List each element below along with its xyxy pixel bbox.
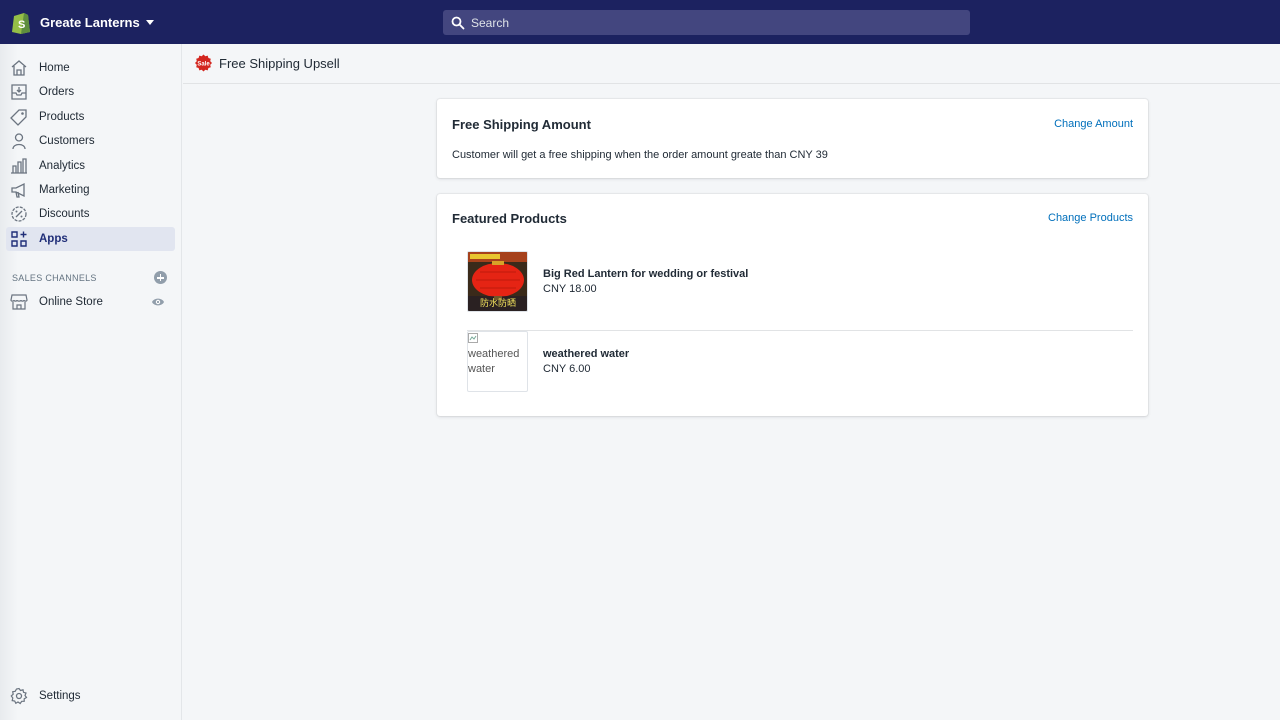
store-switcher[interactable]: S Greate Lanterns [0,0,154,44]
sidebar-item-customers[interactable]: Customers [6,129,175,153]
shopify-logo-icon: S [12,12,30,34]
product-image-caption: 防水防晒 [480,297,516,309]
sidebar-item-label: Customers [39,135,95,148]
svg-text:S: S [18,19,25,31]
sales-channels-heading: SALES CHANNELS [12,271,167,284]
gear-icon [10,687,28,705]
sidebar-item-label: Marketing [39,183,90,196]
featured-products-card: Featured Products Change Products 防水防晒 B… [437,194,1148,416]
bar-chart-icon [11,157,27,174]
sidebar-item-label: Analytics [39,159,86,172]
sidebar-item-label: Orders [39,86,75,99]
sidebar-item-settings[interactable]: Settings [6,684,175,708]
sidebar-item-discounts[interactable]: Discounts [6,202,175,226]
product-price: CNY 18.00 [543,283,597,295]
page-title: Free Shipping Upsell [219,56,340,71]
broken-image-icon [468,333,478,343]
section-heading-text: SALES CHANNELS [12,272,97,283]
person-icon [12,133,26,150]
store-name: Greate Lanterns [40,14,140,30]
apps-icon [11,231,27,247]
sidebar-item-label: Products [39,110,85,123]
sidebar-item-label: Apps [39,232,68,245]
product-name: Big Red Lantern for wedding or festival [543,268,749,280]
product-thumbnail: weathered water [467,331,528,392]
sidebar-item-marketing[interactable]: Marketing [6,178,175,202]
broken-image-alt: weathered water [468,332,527,377]
card-title: Featured Products [452,211,567,226]
sidebar: Home Orders Products Customers Analytics… [0,44,182,720]
change-amount-link[interactable]: Change Amount [1054,118,1133,130]
card-title: Free Shipping Amount [452,117,591,132]
search-input[interactable] [471,15,951,30]
megaphone-icon [11,182,25,198]
sidebar-item-label: Online Store [39,296,103,308]
sidebar-item-products[interactable]: Products [6,105,175,129]
free-shipping-amount-card: Free Shipping Amount Change Amount Custo… [437,99,1148,178]
discount-icon [11,206,27,222]
sidebar-item-analytics[interactable]: Analytics [6,154,175,178]
product-thumbnail: 防水防晒 [467,251,528,312]
sidebar-item-apps[interactable]: Apps [6,226,175,251]
product-price: CNY 6.00 [543,363,591,375]
shipping-description: Customer will get a free shipping when t… [452,149,828,161]
top-bar: S Greate Lanterns [0,0,1280,44]
product-name: weathered water [543,348,630,360]
sale-badge-text: Sale [197,62,210,68]
lantern-image: 防水防晒 [468,252,527,311]
sidebar-item-label: Discounts [39,208,90,221]
sidebar-item-home[interactable]: Home [6,56,175,80]
sidebar-item-label: Settings [39,690,81,702]
search-icon [451,16,465,29]
main-nav: Home Orders Products Customers Analytics… [0,56,182,251]
tag-icon [10,109,27,126]
sale-badge-icon: Sale [195,54,212,72]
add-sales-channel-icon[interactable] [154,271,167,284]
sidebar-item-online-store[interactable]: Online Store [6,290,175,314]
chevron-down-icon [145,19,154,25]
orders-icon [11,84,27,101]
sidebar-item-label: Home [39,62,70,74]
search-box[interactable] [443,10,970,35]
eye-icon[interactable] [151,296,165,308]
change-products-link[interactable]: Change Products [1048,212,1133,224]
page-header: Sale Free Shipping Upsell [183,44,1280,84]
sidebar-item-orders[interactable]: Orders [6,80,175,104]
product-row: 防水防晒 Big Red Lantern for wedding or fest… [467,251,1133,331]
store-icon [10,294,28,310]
home-icon [11,60,27,76]
product-row: weathered water weathered water CNY 6.00 [467,331,1133,411]
